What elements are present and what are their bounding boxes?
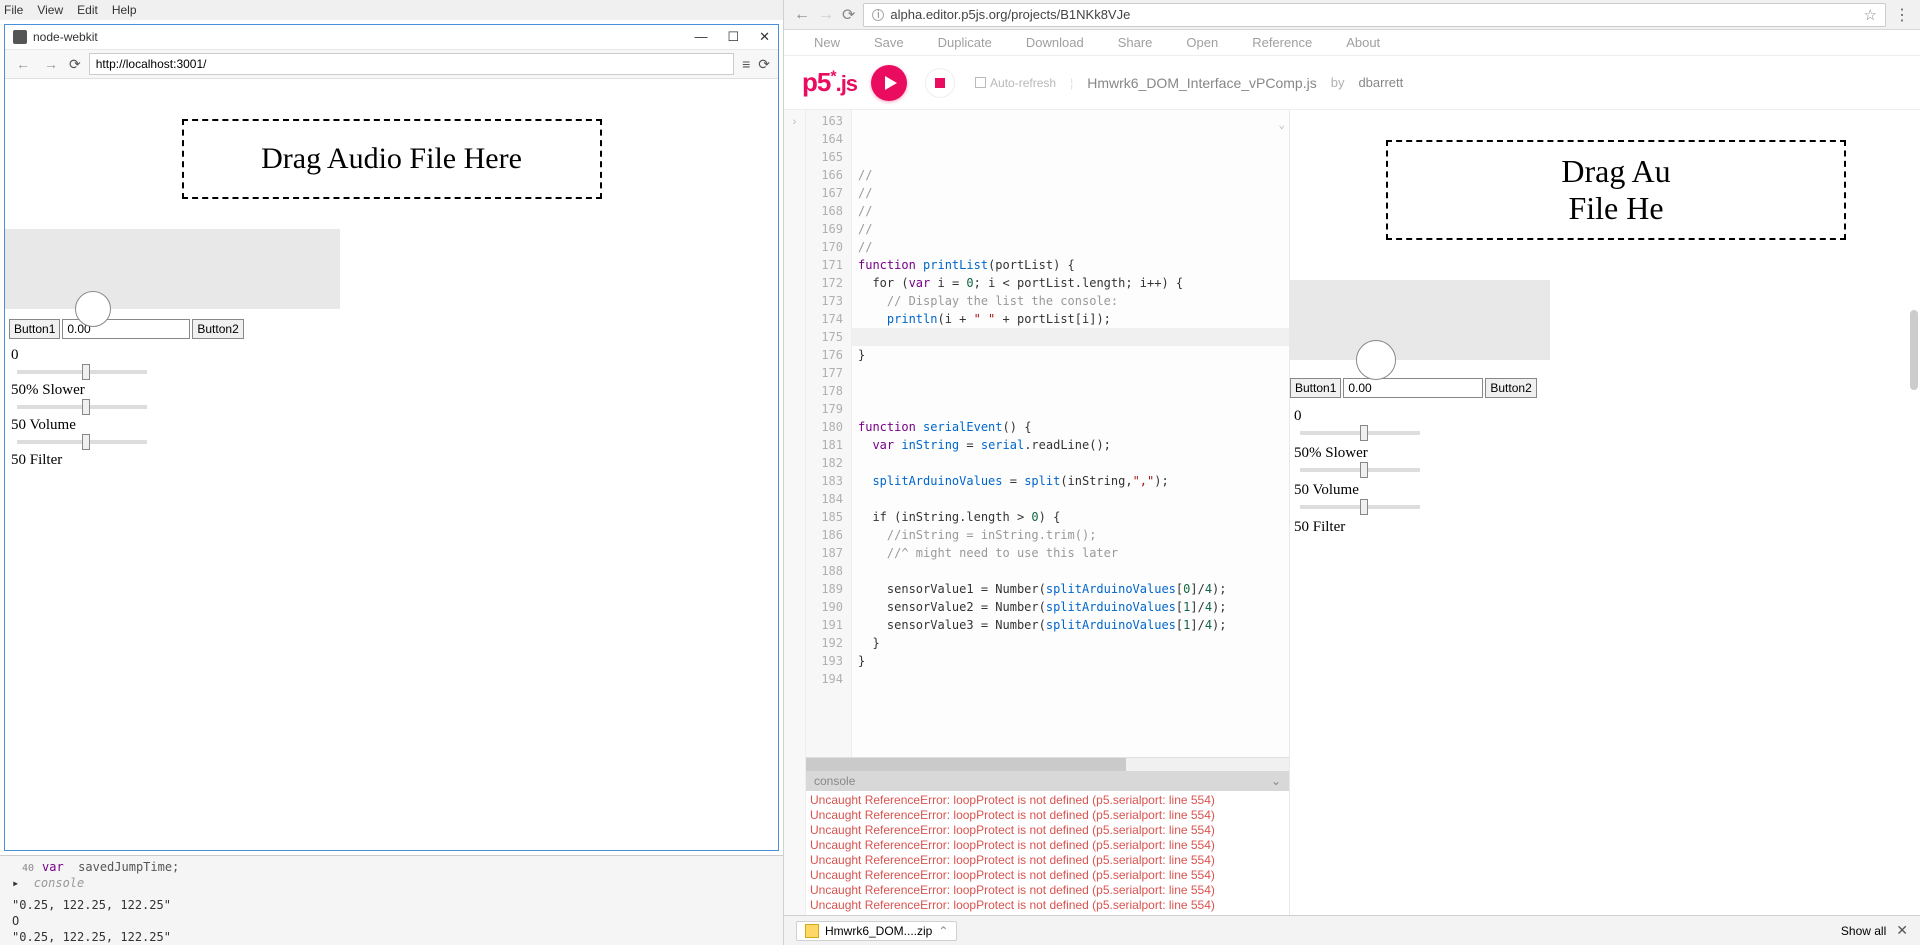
p5js-logo: p5*.js <box>802 67 857 98</box>
zip-file-icon <box>805 924 819 938</box>
address-input[interactable] <box>89 53 734 75</box>
drop-zone[interactable]: Drag Audio File Here <box>182 119 602 199</box>
minimize-button[interactable]: — <box>694 29 707 45</box>
console-output: Uncaught ReferenceError: loopProtect is … <box>806 791 1289 915</box>
sketch-preview: Drag AuFile He Button1 Button2 0 50% Slo… <box>1290 110 1920 915</box>
devtools-reload-icon[interactable]: ⟳ <box>758 56 770 73</box>
download-filename: Hmwrk6_DOM....zip <box>825 924 932 938</box>
os-menu-edit[interactable]: Edit <box>77 3 98 17</box>
author-name[interactable]: dbarrett <box>1358 75 1403 90</box>
p5-menu-save[interactable]: Save <box>874 35 904 50</box>
download-bar-close-icon[interactable]: ✕ <box>1896 922 1908 939</box>
p5-top-menu: New Save Duplicate Download Share Open R… <box>784 30 1920 56</box>
by-label: by <box>1331 75 1345 90</box>
preview-label-slower: 50% Slower <box>1294 445 1920 462</box>
chrome-back-icon[interactable]: ← <box>794 6 810 24</box>
label-filter: 50 Filter <box>11 452 778 469</box>
slider-volume[interactable] <box>17 440 147 444</box>
close-button[interactable]: ✕ <box>759 29 770 45</box>
devtools-console: 40var var savedJumpTime;savedJumpTime; ▸… <box>0 855 783 945</box>
p5-menu-download[interactable]: Download <box>1026 35 1084 50</box>
window-title: node-webkit <box>33 30 694 44</box>
sidebar-collapse[interactable]: › <box>784 110 806 915</box>
preview-slider-volume[interactable] <box>1300 505 1420 509</box>
preview-slider-speed[interactable] <box>1300 468 1420 472</box>
node-webkit-window: node-webkit — ☐ ✕ ← → ⟳ ≡ ⟳ Drag Audio F… <box>4 24 779 851</box>
preview-time-field[interactable] <box>1343 378 1483 398</box>
code-content[interactable]: ⌄ // // // // // function printList(port… <box>852 110 1289 757</box>
p5-menu-about[interactable]: About <box>1346 35 1380 50</box>
autorefresh-label: Auto-refresh <box>990 76 1056 90</box>
slider-1[interactable] <box>17 370 147 374</box>
sketch-filename[interactable]: Hmwrk6_DOM_Interface_vPComp.js <box>1087 75 1317 91</box>
preview-circle <box>1356 340 1396 380</box>
os-menu-view[interactable]: View <box>37 3 63 17</box>
os-menu: File View Edit Help <box>0 0 783 20</box>
console-output-3: "0.25, 122.25, 122.25" <box>12 930 771 944</box>
console-output-1: "0.25, 122.25, 122.25" <box>12 898 771 912</box>
label-volume: 50 Volume <box>11 417 778 434</box>
preview-scrollbar[interactable] <box>1910 310 1918 390</box>
preview-slider-1[interactable] <box>1300 431 1420 435</box>
p5-menu-new[interactable]: New <box>814 35 840 50</box>
preview-drop-zone[interactable]: Drag AuFile He <box>1386 140 1846 240</box>
app-icon <box>13 30 27 44</box>
chrome-address-bar[interactable]: i alpha.editor.p5js.org/projects/B1NKk8V… <box>863 3 1886 27</box>
line-gutter: 1631641651661671681691701711721731741751… <box>806 110 852 757</box>
label-slower: 50% Slower <box>11 382 778 399</box>
reload-icon[interactable]: ⟳ <box>69 56 81 73</box>
chrome-menu-icon[interactable]: ⋮ <box>1894 5 1910 25</box>
show-all-downloads[interactable]: Show all <box>1841 924 1886 938</box>
preview-canvas <box>5 229 340 309</box>
console-output-2: O <box>12 914 771 928</box>
hamburger-icon[interactable]: ≡ <box>742 56 750 72</box>
play-icon <box>885 76 897 90</box>
chrome-reload-icon[interactable]: ⟳ <box>842 5 855 25</box>
autorefresh-checkbox[interactable] <box>975 77 986 88</box>
maximize-button[interactable]: ☐ <box>727 29 739 45</box>
editor-scrollbar[interactable] <box>806 757 1289 771</box>
chrome-url: alpha.editor.p5js.org/projects/B1NKk8VJe <box>890 7 1130 22</box>
preview-button2[interactable]: Button2 <box>1485 378 1536 398</box>
os-menu-help[interactable]: Help <box>112 3 137 17</box>
download-item[interactable]: Hmwrk6_DOM....zip ⌃ <box>796 921 957 941</box>
preview-label-volume: 50 Volume <box>1294 482 1920 499</box>
slider-speed[interactable] <box>17 405 147 409</box>
back-icon[interactable]: ← <box>13 56 33 72</box>
play-button[interactable] <box>871 65 907 101</box>
chrome-toolbar: ← → ⟳ i alpha.editor.p5js.org/projects/B… <box>784 0 1920 30</box>
p5-menu-open[interactable]: Open <box>1186 35 1218 50</box>
stop-icon <box>935 78 945 88</box>
preview-label-filter: 50 Filter <box>1294 519 1920 536</box>
expand-chevron-icon[interactable]: ▸ <box>12 876 19 890</box>
bookmark-star-icon[interactable]: ☆ <box>1864 6 1877 24</box>
label-zero: 0 <box>11 347 778 364</box>
p5-menu-duplicate[interactable]: Duplicate <box>938 35 992 50</box>
info-icon[interactable]: i <box>872 9 884 21</box>
preview-button1[interactable]: Button1 <box>1290 378 1341 398</box>
chrome-forward-icon[interactable]: → <box>818 6 834 24</box>
p5-menu-reference[interactable]: Reference <box>1252 35 1312 50</box>
preview-canvas-r <box>1290 280 1550 360</box>
download-chevron-icon[interactable]: ⌃ <box>938 924 948 938</box>
oscillator-circle <box>75 291 111 327</box>
p5-menu-share[interactable]: Share <box>1118 35 1153 50</box>
code-editor[interactable]: 1631641651661671681691701711721731741751… <box>806 110 1289 757</box>
button2[interactable]: Button2 <box>192 319 243 339</box>
stop-button[interactable] <box>925 68 955 98</box>
console-collapse-icon[interactable]: ⌄ <box>1271 774 1281 788</box>
p5-header: p5*.js Auto-refresh ¦ Hmwrk6_DOM_Interfa… <box>784 56 1920 110</box>
button1[interactable]: Button1 <box>9 319 60 339</box>
fold-chevron-icon[interactable]: ⌄ <box>1278 116 1285 134</box>
console-header[interactable]: console ⌄ <box>806 771 1289 791</box>
os-menu-file[interactable]: File <box>4 3 23 17</box>
preview-label-zero: 0 <box>1294 408 1920 425</box>
forward-icon[interactable]: → <box>41 56 61 72</box>
download-bar: Hmwrk6_DOM....zip ⌃ Show all ✕ <box>784 915 1920 945</box>
